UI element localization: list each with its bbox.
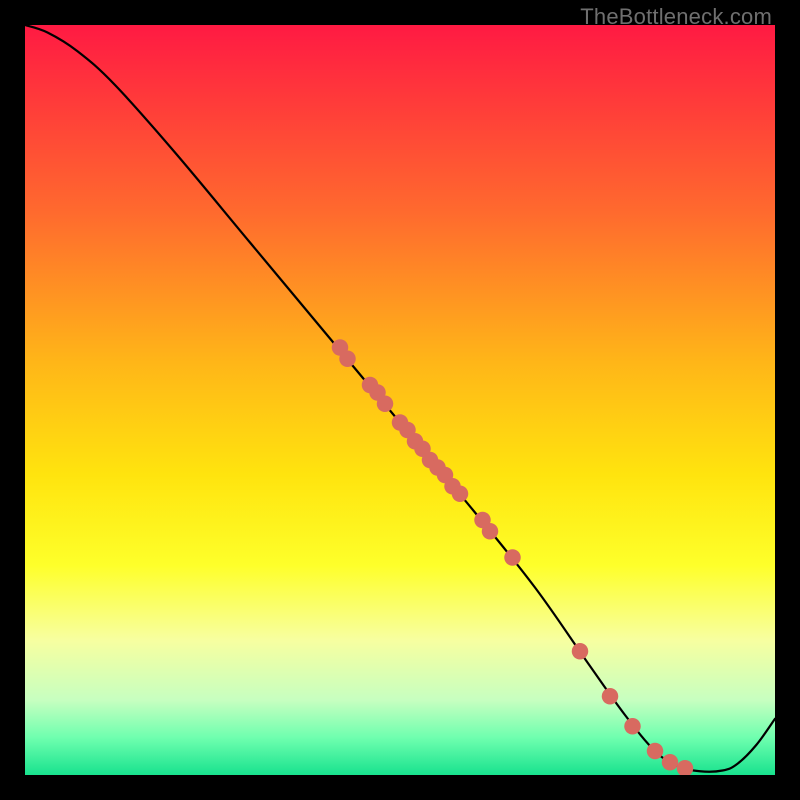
data-point bbox=[647, 743, 664, 760]
data-point bbox=[339, 351, 356, 368]
data-point bbox=[482, 523, 499, 540]
plot-area bbox=[25, 25, 775, 775]
data-point bbox=[572, 643, 589, 660]
watermark-text: TheBottleneck.com bbox=[580, 4, 772, 30]
data-point bbox=[504, 549, 521, 566]
data-point bbox=[662, 754, 679, 771]
chart-container: TheBottleneck.com bbox=[0, 0, 800, 800]
data-point bbox=[602, 688, 619, 705]
data-point bbox=[624, 718, 641, 735]
data-point bbox=[452, 486, 469, 503]
data-point bbox=[377, 396, 394, 413]
chart-svg bbox=[25, 25, 775, 775]
gradient-background bbox=[25, 25, 775, 775]
